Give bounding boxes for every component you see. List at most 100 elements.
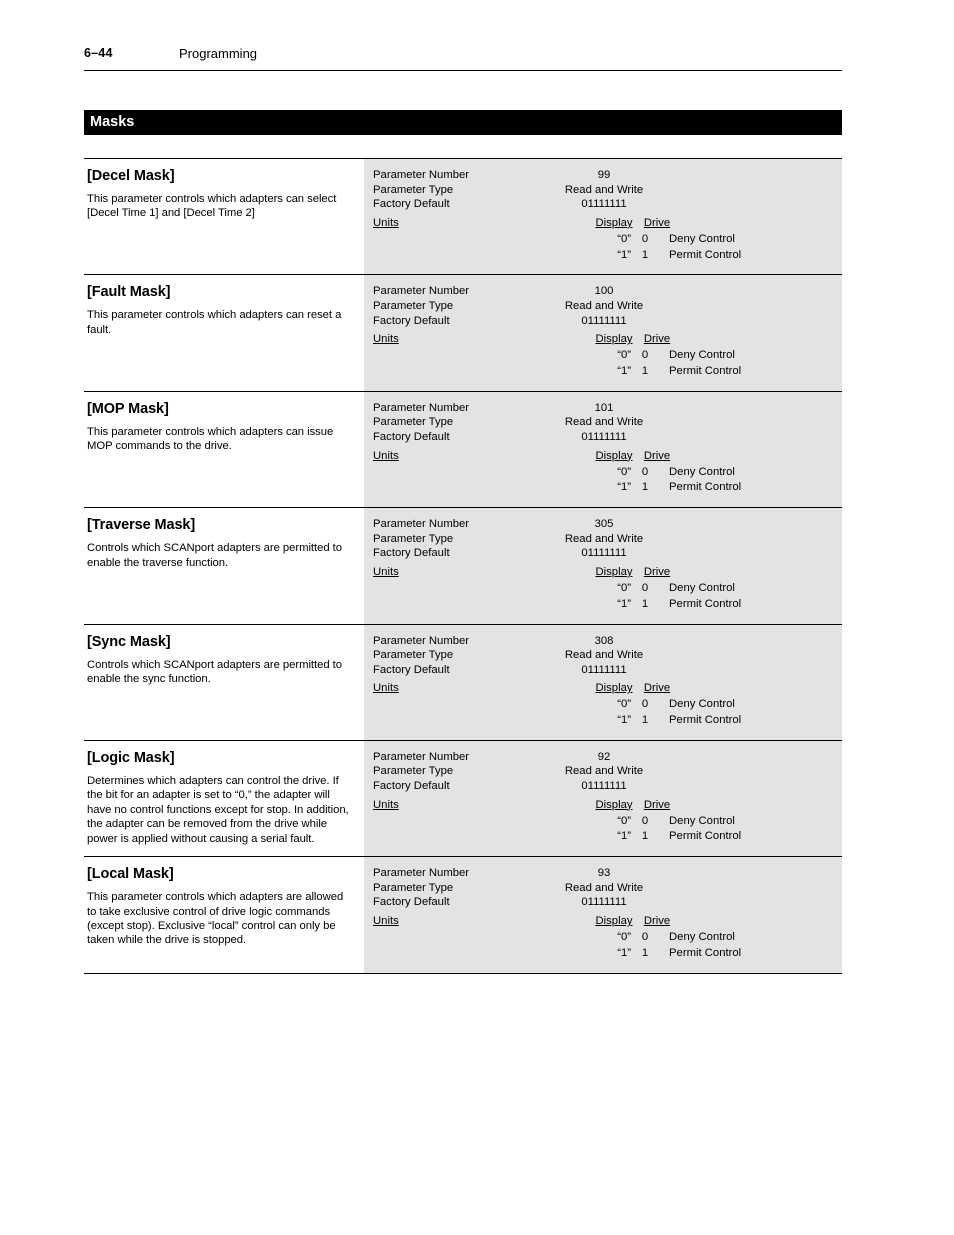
option-drive-value: 1 xyxy=(641,830,649,843)
spec-label: Parameter Number xyxy=(373,634,470,647)
parameter-spec-column: Parameter Number 93 Parameter Type Read and… xyxy=(364,857,842,973)
parameter-name: [MOP Mask] xyxy=(87,400,169,417)
option-row: “1” 1 Permit Control xyxy=(364,481,842,497)
option-meaning: Deny Control xyxy=(669,465,735,478)
option-drive-value: 0 xyxy=(641,465,649,478)
spec-row-parameter-type: Parameter Type Read and Write xyxy=(364,416,842,431)
spec-row-factory-default: Factory Default 01111111 xyxy=(364,431,842,446)
option-drive-value: 1 xyxy=(641,597,649,610)
parameter-block: [MOP Mask] This parameter controls which … xyxy=(84,390,842,508)
parameter-block-list: [Decel Mask] This parameter controls whic… xyxy=(84,158,842,974)
option-display-value: “1” xyxy=(617,481,631,494)
parameter-block: [Decel Mask] This parameter controls whic… xyxy=(84,158,842,275)
spec-value: Read and Write xyxy=(564,649,644,662)
spec-row-factory-default: Factory Default 01111111 xyxy=(364,315,842,330)
spec-value: 01111111 xyxy=(581,547,627,560)
option-meaning: Permit Control xyxy=(669,830,742,843)
column-header-drive: Drive xyxy=(643,682,671,695)
spec-row-parameter-number: Parameter Number 305 xyxy=(364,518,842,533)
spec-label: Parameter Number xyxy=(373,285,470,298)
spec-row-factory-default: Factory Default 01111111 xyxy=(364,896,842,911)
option-meaning: Deny Control xyxy=(669,814,735,827)
parameter-name: [Sync Mask] xyxy=(87,633,171,650)
option-drive-value: 1 xyxy=(641,946,649,959)
parameter-description-text: This parameter controls which adapters a… xyxy=(87,891,344,947)
option-display-value: “0” xyxy=(617,698,631,711)
spec-row-parameter-type: Parameter Type Read and Write xyxy=(364,649,842,664)
option-drive-value: 0 xyxy=(641,349,649,362)
spec-row-parameter-number: Parameter Number 92 xyxy=(364,751,842,766)
option-meaning: Permit Control xyxy=(669,248,742,261)
column-header-drive: Drive xyxy=(643,333,671,346)
option-display-value: “1” xyxy=(617,830,631,843)
page-number: 6–44 xyxy=(84,46,113,60)
spec-label: Parameter Type xyxy=(373,649,454,662)
spec-value: 01111111 xyxy=(581,896,627,909)
column-header-drive: Drive xyxy=(643,798,671,811)
option-drive-value: 1 xyxy=(641,248,649,261)
section-heading-masks: Masks xyxy=(84,110,842,135)
parameter-description-text: This parameter controls which adapters c… xyxy=(87,309,342,336)
option-drive-value: 0 xyxy=(641,698,649,711)
spec-row-parameter-number: Parameter Number 99 xyxy=(364,169,842,184)
spec-value: Read and Write xyxy=(564,881,644,894)
spec-value: 01111111 xyxy=(581,780,627,793)
spec-row-parameter-type: Parameter Type Read and Write xyxy=(364,882,842,897)
spec-label: Parameter Type xyxy=(373,183,454,196)
parameter-description-text: Controls which SCANport adapters are per… xyxy=(87,658,342,685)
spec-value: 01111111 xyxy=(581,198,627,211)
option-row: “1” 1 Permit Control xyxy=(364,598,842,614)
option-row: “0” 0 Deny Control xyxy=(364,233,842,249)
spec-label: Parameter Type xyxy=(373,881,454,894)
option-meaning: Deny Control xyxy=(669,698,735,711)
spec-value: 93 xyxy=(597,867,611,880)
column-header-display: Display xyxy=(595,798,633,811)
option-row: “0” 0 Deny Control xyxy=(364,466,842,482)
parameter-name: [Traverse Mask] xyxy=(87,517,196,534)
parameter-description-column: [MOP Mask] This parameter controls which … xyxy=(84,391,364,508)
spec-value: 308 xyxy=(594,634,614,647)
option-row: “0” 0 Deny Control xyxy=(364,349,842,365)
spec-row-parameter-type: Parameter Type Read and Write xyxy=(364,300,842,315)
option-meaning: Deny Control xyxy=(669,232,735,245)
option-display-value: “0” xyxy=(617,465,631,478)
option-drive-value: 0 xyxy=(641,814,649,827)
option-row: “1” 1 Permit Control xyxy=(364,249,842,265)
parameter-description-column: [Logic Mask] Determines which adapters ca… xyxy=(84,740,364,857)
column-header-display: Display xyxy=(595,333,633,346)
spec-value: 100 xyxy=(594,285,614,298)
option-row: “0” 0 Deny Control xyxy=(364,582,842,598)
document-page: 6–44 Programming Masks [Decel Mask] This … xyxy=(84,0,842,974)
parameter-name: [Decel Mask] xyxy=(87,168,175,184)
parameter-description-text: Determines which adapters can control th… xyxy=(87,774,349,845)
parameter-block: [Sync Mask] Controls which SCANport adapt… xyxy=(84,623,842,740)
spec-label: Parameter Type xyxy=(373,765,454,778)
parameter-name: [Logic Mask] xyxy=(87,749,175,766)
option-display-value: “0” xyxy=(617,232,631,245)
spec-label: Factory Default xyxy=(373,314,450,327)
option-display-value: “0” xyxy=(617,814,631,827)
spec-label: Factory Default xyxy=(373,896,450,909)
spec-value: 101 xyxy=(594,401,614,414)
units-label: Units xyxy=(373,915,399,928)
spec-value: Read and Write xyxy=(564,183,644,196)
parameter-spec-column: Parameter Number 92 Parameter Type Read and… xyxy=(364,740,842,857)
option-display-value: “1” xyxy=(617,248,631,261)
parameter-spec-column: Parameter Number 101 Parameter Type Read an… xyxy=(364,391,842,508)
spec-row-factory-default: Factory Default 01111111 xyxy=(364,780,842,795)
column-header-display: Display xyxy=(595,682,633,695)
spec-row-parameter-number: Parameter Number 308 xyxy=(364,635,842,650)
column-header-drive: Drive xyxy=(643,915,671,928)
spec-row-parameter-number: Parameter Number 93 xyxy=(364,867,842,882)
spec-label: Factory Default xyxy=(373,780,450,793)
option-row: “0” 0 Deny Control xyxy=(364,815,842,831)
parameter-description-column: [Decel Mask] This parameter controls whic… xyxy=(84,159,364,275)
parameter-block: [Logic Mask] Determines which adapters ca… xyxy=(84,739,842,857)
option-display-value: “1” xyxy=(617,714,631,727)
parameter-spec-column: Parameter Number 308 Parameter Type Read an… xyxy=(364,624,842,740)
spec-value: 305 xyxy=(594,518,614,531)
units-row: Units Display Drive xyxy=(364,566,842,582)
parameter-block: [Fault Mask] This parameter controls whic… xyxy=(84,274,842,391)
units-row: Units Display Drive xyxy=(364,915,842,931)
units-row: Units Display Drive xyxy=(364,217,842,233)
